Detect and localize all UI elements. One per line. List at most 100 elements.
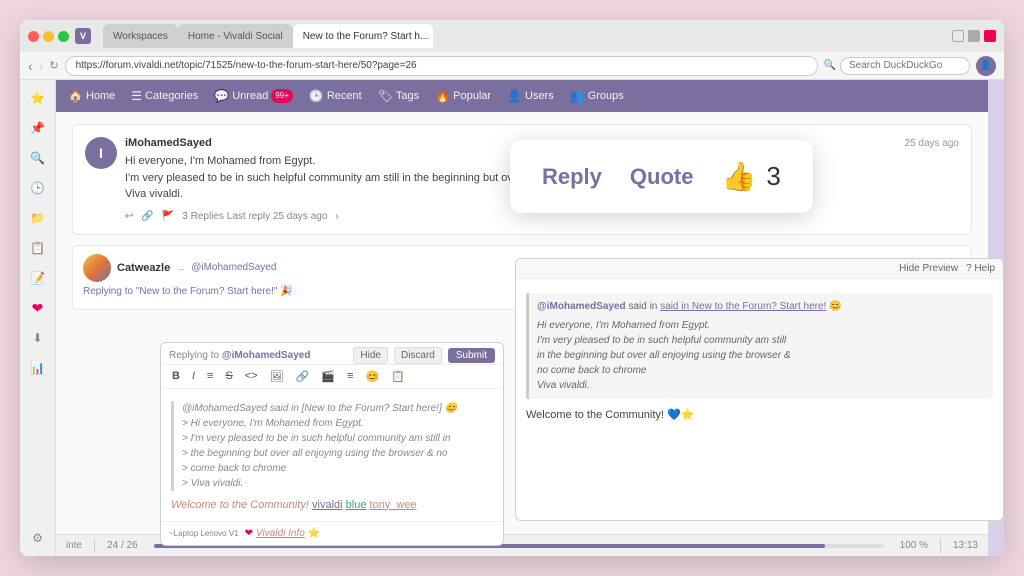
link-button[interactable]: 🔗 <box>293 369 313 384</box>
preview-line5: Viva vivaldi. <box>537 378 985 393</box>
clipboard-button[interactable]: 📋 <box>388 369 408 384</box>
window-controls <box>28 31 69 42</box>
user-avatar[interactable]: 👤 <box>976 56 996 76</box>
hide-preview-button[interactable]: Hide Preview <box>899 263 958 274</box>
maximize-button[interactable] <box>58 31 69 42</box>
nav-users[interactable]: 👤 Users <box>507 89 554 103</box>
tab-home[interactable]: Home - Vivaldi Social <box>178 24 293 48</box>
nav-categories[interactable]: ☰ Categories <box>131 89 198 103</box>
like-section: 👍 3 <box>721 160 780 193</box>
restore-button[interactable] <box>952 30 964 42</box>
nav-popular[interactable]: 🔥 Popular <box>435 89 491 103</box>
emoji-button[interactable]: 😊 <box>362 369 382 384</box>
avatar-imohameds: I <box>85 137 117 169</box>
maximize-btn2[interactable] <box>968 30 980 42</box>
preview-line1: Hi everyone, I'm Mohamed from Egypt. <box>537 318 985 333</box>
submit-button[interactable]: Submit <box>448 348 495 363</box>
preview-line2: I'm very pleased to be in such helpful c… <box>537 333 985 348</box>
vivaldi-info-link[interactable]: Vivaldi Info <box>256 528 305 539</box>
nav-groups[interactable]: 👥 Groups <box>570 89 624 103</box>
vivaldi-icon: V <box>75 28 91 44</box>
tab-workspaces[interactable]: Workspaces <box>103 24 178 48</box>
vivaldi-link[interactable]: vivaldi <box>312 499 343 511</box>
quoted-line1: > Hi everyone, I'm Mohamed from Egypt. <box>182 416 493 431</box>
star-icon-footer: ⭐ <box>308 528 320 539</box>
code-button[interactable]: <> <box>242 369 261 383</box>
close-button[interactable] <box>28 31 39 42</box>
search-bar: 🔍 <box>824 57 970 75</box>
quoted-header: @iMohamedSayed said in [New to the Forum… <box>182 401 493 416</box>
search-input[interactable] <box>840 57 970 75</box>
reply-editor: Replying to @iMohamedSayed Hide Discard … <box>160 342 504 547</box>
sidebar-icon-stats[interactable]: 📊 <box>28 358 48 378</box>
back-icon[interactable]: ‹ <box>28 58 33 74</box>
bold-button[interactable]: B <box>169 369 183 383</box>
preview-line4: no come back to chrome <box>537 363 985 378</box>
sidebar-icon-note[interactable]: 📝 <box>28 268 48 288</box>
mention-label[interactable]: @iMohamedSayed <box>191 262 276 273</box>
nav-tags[interactable]: 🏷 Tags <box>378 89 419 103</box>
welcome-text: Welcome to the Community! vivaldi blue t… <box>171 497 493 514</box>
forward-icon[interactable]: › <box>39 58 44 74</box>
left-sidebar: ⭐ 📌 🔍 🕒 📁 📋 📝 ❤ ⬇ 📊 ⚙ <box>20 80 56 556</box>
nav-unread[interactable]: 💬 Unread 99+ <box>214 89 293 103</box>
table-button[interactable]: ≡ <box>344 369 356 383</box>
divider-1 <box>94 539 95 553</box>
quoted-line4: > come back to chrome <box>182 461 493 476</box>
sidebar-icon-list[interactable]: 📋 <box>28 238 48 258</box>
window-action-buttons <box>952 30 996 42</box>
address-bar: ‹ › ↻ 🔍 👤 <box>20 52 1004 80</box>
editor-toolbar: B I ≡ S <> 🖼 🔗 🎬 ≡ 😊 📋 <box>161 364 503 389</box>
username-imohameds[interactable]: iMohamedSayed <box>125 137 212 149</box>
reply-button[interactable]: Reply <box>542 164 602 190</box>
image-button[interactable]: 🖼 <box>267 369 287 384</box>
hide-button[interactable]: Hide <box>353 347 388 364</box>
nav-recent[interactable]: 🕒 Recent <box>309 89 362 103</box>
post1-reply-icon: ↩ <box>125 211 133 222</box>
forum-nav: 🏠 Home ☰ Categories 💬 Unread 99+ 🕒 Recen… <box>56 80 988 112</box>
close-btn2[interactable] <box>984 30 996 42</box>
blue-link[interactable]: blue <box>346 499 367 511</box>
sidebar-icon-pin[interactable]: 📌 <box>28 118 48 138</box>
preview-toolbar: Hide Preview ? Help <box>516 259 1003 279</box>
nav-home[interactable]: 🏠 Home <box>68 89 115 103</box>
sidebar-icon-settings[interactable]: ⚙ <box>28 528 48 548</box>
quote-button[interactable]: Quote <box>630 164 694 190</box>
preview-link[interactable]: said in New to the Forum? Start here! <box>660 301 826 312</box>
minimize-button[interactable] <box>43 31 54 42</box>
editor-content[interactable]: @iMohamedSayed said in [New to the Forum… <box>161 389 503 522</box>
italic-button[interactable]: I <box>189 369 198 383</box>
zoom-level: 100 % <box>900 540 928 551</box>
post1-share-icon: 🔗 <box>141 211 153 222</box>
preview-emoji: 😊 <box>829 301 841 312</box>
address-input[interactable] <box>65 56 818 76</box>
like-count: 3 <box>766 161 780 192</box>
username-catweazle[interactable]: Catweazle <box>117 262 170 274</box>
video-button[interactable]: 🎬 <box>318 369 338 384</box>
discard-button[interactable]: Discard <box>394 347 442 364</box>
status-text: inte <box>66 540 82 551</box>
sidebar-icon-folder[interactable]: 📁 <box>28 208 48 228</box>
editor-controls: Hide Discard Submit <box>353 347 495 364</box>
sidebar-icon-vivaldi[interactable]: ❤ <box>28 298 48 318</box>
sidebar-icon-download[interactable]: ⬇ <box>28 328 48 348</box>
tony-link[interactable]: tony_wee <box>370 499 417 511</box>
quoted-line5: > Viva vivaldi. <box>182 476 493 491</box>
laptop-label: ~Laptop Lenovo V1 <box>169 529 239 538</box>
help-button[interactable]: ? Help <box>966 263 995 274</box>
strikethrough-button[interactable]: S <box>222 369 235 383</box>
list-button[interactable]: ≡ <box>204 369 216 383</box>
preview-welcome: Welcome to the Community! 💙⭐ <box>526 407 993 424</box>
page-info: 24 / 26 <box>107 540 138 551</box>
sidebar-icon-search[interactable]: 🔍 <box>28 148 48 168</box>
sidebar-icon-star[interactable]: ⭐ <box>28 88 48 108</box>
quoted-block: @iMohamedSayed said in [New to the Forum… <box>171 401 493 491</box>
refresh-icon[interactable]: ↻ <box>49 59 58 72</box>
thumbsup-icon[interactable]: 👍 <box>721 160 756 193</box>
tab-forum[interactable]: New to the Forum? Start h... <box>293 24 433 48</box>
titlebar: V Workspaces Home - Vivaldi Social New t… <box>20 20 1004 52</box>
post1-chevron[interactable]: › <box>335 211 338 222</box>
preview-pane: Hide Preview ? Help @iMohamedSayed said … <box>515 258 1004 521</box>
sidebar-icon-clock[interactable]: 🕒 <box>28 178 48 198</box>
unread-badge: 99+ <box>271 89 293 103</box>
